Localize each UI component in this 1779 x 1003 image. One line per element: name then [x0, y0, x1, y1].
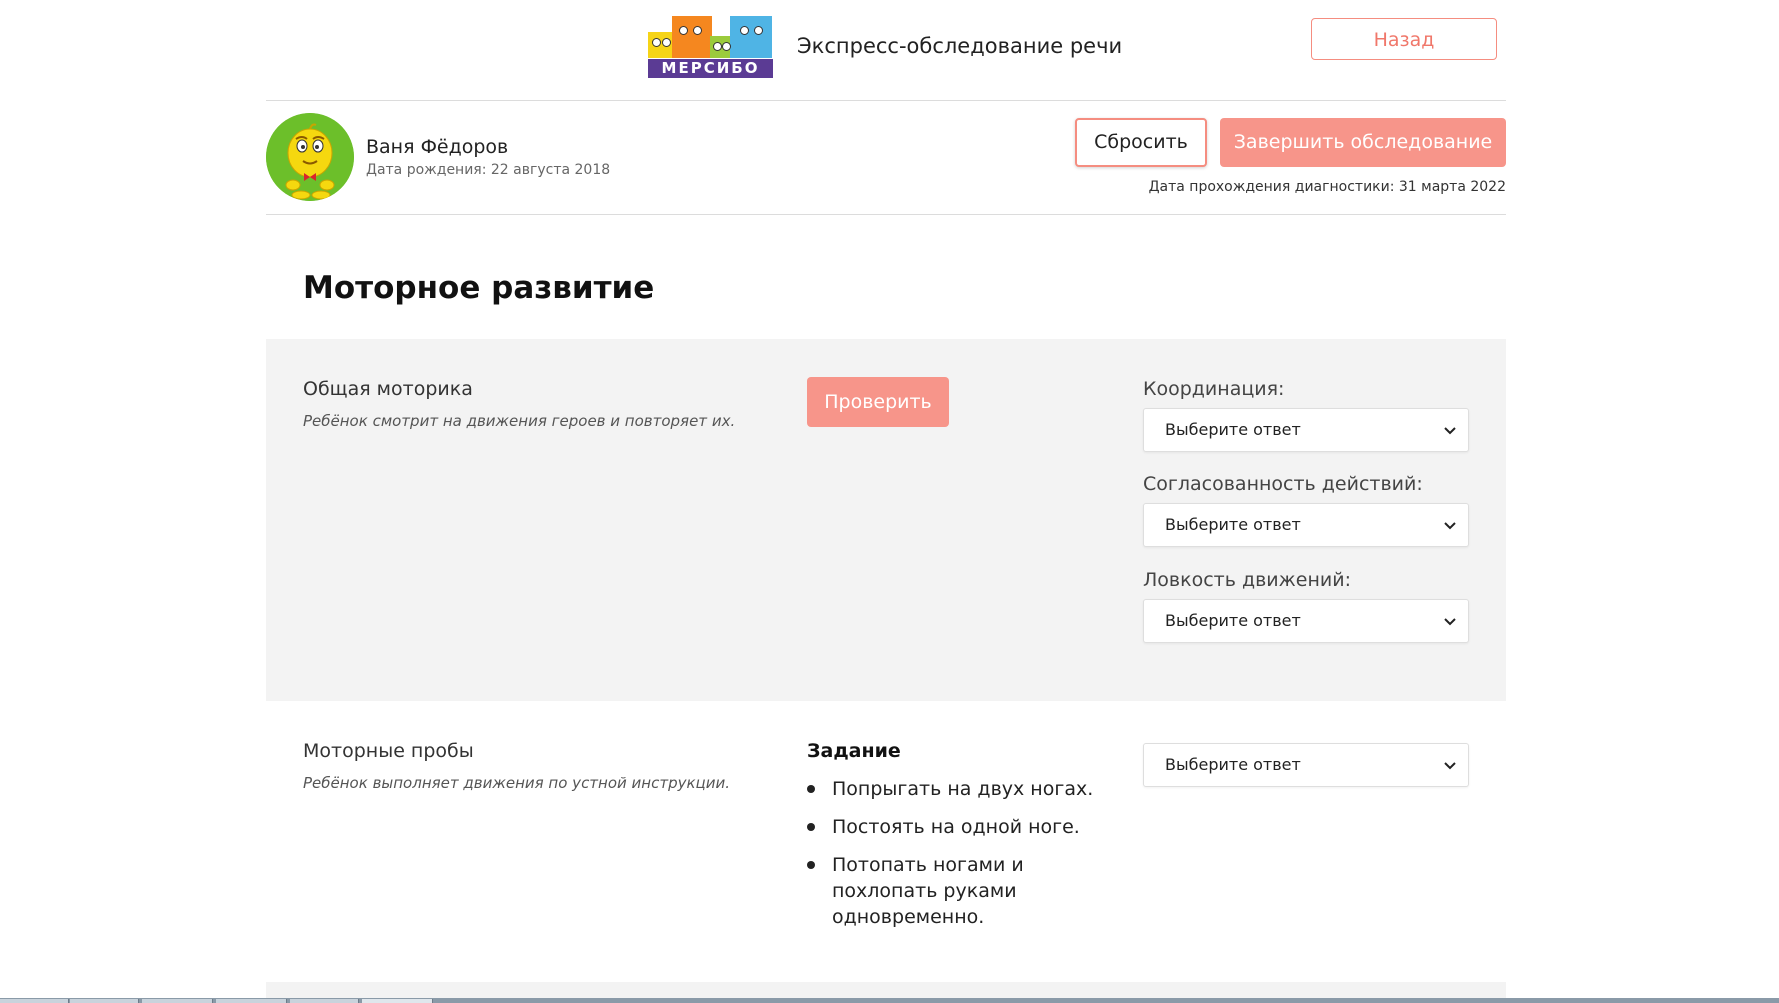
taskbar-item[interactable]	[142, 999, 213, 1003]
select-value: Выберите ответ	[1165, 755, 1301, 774]
taskbar-item[interactable]	[0, 999, 69, 1003]
task-text: Потопать ногами и похлопать руками однов…	[832, 854, 1024, 928]
patient-name: Ваня Фёдоров	[366, 136, 509, 158]
bullet-icon	[807, 861, 815, 869]
logo-orange-block	[672, 16, 712, 58]
page: МЕРСИБО Экспресс-обследование речи Назад…	[0, 0, 1779, 1003]
taskbar-item[interactable]	[70, 999, 139, 1003]
action-consistency-label: Согласованность действий:	[1143, 473, 1423, 495]
app-title: Экспресс-обследование речи	[797, 34, 1123, 58]
task-item: Постоять на одной ноге.	[807, 814, 1097, 840]
coordination-select[interactable]: Выберите ответ	[1143, 408, 1469, 452]
logo-eye	[693, 26, 702, 35]
logo-eye	[740, 26, 749, 35]
patient-divider	[266, 214, 1506, 215]
task-item: Попрыгать на двух ногах.	[807, 776, 1097, 802]
taskbar	[0, 998, 1779, 1003]
motor-tests-select[interactable]: Выберите ответ	[1143, 743, 1469, 787]
task-text: Попрыгать на двух ногах.	[832, 778, 1094, 800]
smiley-character-avatar-icon	[266, 113, 354, 201]
general-motor-description: Ребёнок смотрит на движения героев и пов…	[303, 412, 736, 430]
movement-dexterity-label: Ловкость движений:	[1143, 569, 1351, 591]
top-bar: МЕРСИБО Экспресс-обследование речи Назад	[0, 0, 1779, 100]
logo-eye	[754, 26, 763, 35]
chevron-down-icon	[1444, 762, 1456, 770]
movement-dexterity-select[interactable]: Выберите ответ	[1143, 599, 1469, 643]
action-consistency-select[interactable]: Выберите ответ	[1143, 503, 1469, 547]
select-value: Выберите ответ	[1165, 515, 1301, 534]
logo-blue-block	[730, 16, 772, 58]
avatar	[266, 113, 354, 201]
select-value: Выберите ответ	[1165, 611, 1301, 630]
chevron-down-icon	[1444, 427, 1456, 435]
chevron-down-icon	[1444, 618, 1456, 626]
general-motor-title: Общая моторика	[303, 378, 473, 400]
check-button[interactable]: Проверить	[807, 377, 949, 427]
bullet-icon	[807, 823, 815, 831]
bullet-icon	[807, 785, 815, 793]
task-title: Задание	[807, 740, 901, 762]
task-text: Постоять на одной ноге.	[832, 816, 1080, 838]
reset-button[interactable]: Сбросить	[1075, 118, 1207, 167]
taskbar-item[interactable]	[290, 999, 359, 1003]
finish-examination-button[interactable]: Завершить обследование	[1220, 118, 1506, 167]
logo-eye	[652, 38, 661, 47]
taskbar-item[interactable]	[216, 999, 287, 1003]
task-list: Попрыгать на двух ногах. Постоять на одн…	[807, 776, 1097, 942]
logo-eye	[713, 42, 722, 51]
logo-text: МЕРСИБО	[648, 59, 773, 78]
section-title: Моторное развитие	[303, 270, 655, 306]
diagnostic-date: Дата прохождения диагностики: 31 марта 2…	[1148, 179, 1506, 195]
patient-birth-date: Дата рождения: 22 августа 2018	[366, 162, 611, 178]
select-value: Выберите ответ	[1165, 420, 1301, 439]
logo-eye	[662, 38, 671, 47]
header-divider	[266, 100, 1506, 101]
coordination-label: Координация:	[1143, 378, 1285, 400]
task-item: Потопать ногами и похлопать руками однов…	[807, 852, 1097, 930]
taskbar-item-active[interactable]	[362, 999, 433, 1003]
logo-eye	[722, 42, 731, 51]
logo-eye	[679, 26, 688, 35]
logo-blocks	[648, 16, 773, 60]
chevron-down-icon	[1444, 522, 1456, 530]
motor-tests-description: Ребёнок выполняет движения по устной инс…	[303, 774, 731, 792]
motor-tests-title: Моторные пробы	[303, 740, 474, 762]
back-button[interactable]: Назад	[1311, 18, 1497, 60]
mersibo-logo[interactable]: МЕРСИБО	[648, 16, 773, 78]
